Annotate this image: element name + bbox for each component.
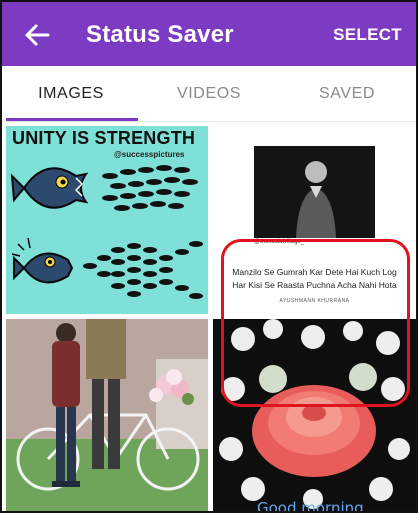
tab-images[interactable]: IMAGES bbox=[2, 66, 140, 122]
tab-videos[interactable]: VIDEOS bbox=[140, 66, 278, 122]
select-button[interactable]: SELECT bbox=[333, 25, 402, 45]
small-fish-school-top bbox=[102, 165, 198, 211]
app-bar: Status Saver SELECT bbox=[2, 2, 416, 66]
active-tab-indicator bbox=[6, 118, 138, 121]
fish-school-formation bbox=[83, 241, 203, 299]
big-fish-top bbox=[10, 167, 89, 209]
selected-highlight-border bbox=[221, 239, 410, 407]
tab-bar: IMAGES VIDEOS SAVED bbox=[2, 66, 416, 122]
app-title: Status Saver bbox=[86, 21, 234, 48]
screen: Status Saver SELECT IMAGES VIDEOS SAVED … bbox=[0, 0, 418, 513]
people-photo bbox=[6, 319, 208, 511]
status-image-people[interactable] bbox=[6, 319, 208, 511]
man-silhouette bbox=[296, 161, 336, 238]
tab-saved[interactable]: SAVED bbox=[278, 66, 416, 122]
fish-illustration bbox=[10, 165, 203, 299]
scared-fish-bottom bbox=[11, 237, 74, 284]
status-grid: UNITY IS STRENGTH @successpictures @thes… bbox=[2, 122, 416, 513]
portrait-photo bbox=[254, 146, 375, 238]
back-arrow-icon[interactable] bbox=[22, 20, 52, 50]
status-image-unity[interactable]: UNITY IS STRENGTH @successpictures bbox=[6, 126, 208, 314]
image-caption: Good morning bbox=[257, 499, 364, 513]
